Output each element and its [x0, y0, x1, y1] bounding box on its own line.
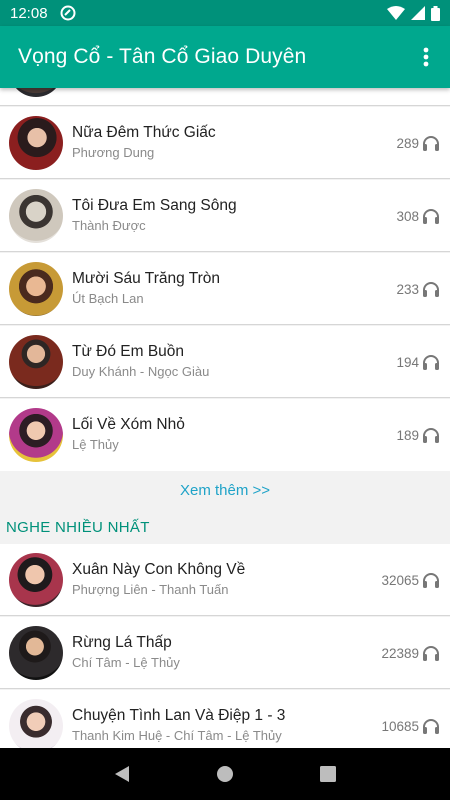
recents-square-icon — [320, 766, 337, 782]
home-circle-icon — [216, 766, 233, 782]
play-count-value: 233 — [396, 281, 419, 297]
play-count: 233 — [396, 253, 440, 325]
headphones-icon — [423, 209, 439, 224]
song-artist: Phương Dung — [72, 145, 155, 160]
avatar — [9, 552, 63, 607]
song-artist: Duy Khánh - Ngọc Giàu — [72, 364, 210, 379]
avatar — [9, 115, 63, 170]
system-nav-bar — [0, 748, 450, 800]
avatar — [9, 334, 63, 389]
song-artist: Lệ Thủy — [72, 437, 119, 452]
headphones-icon — [423, 719, 439, 734]
headphones-icon — [423, 282, 439, 297]
play-count: 194 — [396, 326, 440, 398]
song-title: Rừng Lá Thấp — [72, 634, 172, 651]
avatar — [9, 698, 63, 748]
list-item[interactable]: Rừng Lá Thấp Chí Tâm - Lệ Thủy 22389 — [0, 617, 450, 689]
list-item[interactable]: Xuân Này Con Không Về Phượng Liên - Than… — [0, 544, 450, 616]
song-title: Chuyện Tình Lan Và Điệp 1 - 3 — [72, 707, 286, 724]
list-item[interactable]: Nữa Đêm Thức Giấc Phương Dung 289 — [0, 107, 450, 179]
status-time: 12:08 — [10, 4, 48, 22]
status-bar: 12:08 — [0, 0, 450, 26]
song-artist: Thành Được — [72, 218, 146, 233]
avatar — [9, 625, 63, 680]
see-more-link[interactable]: Xem thêm >> — [0, 472, 450, 508]
song-title: Mười Sáu Trăng Tròn — [72, 270, 221, 287]
headphones-icon — [423, 573, 439, 588]
signal-icon — [411, 6, 425, 20]
headphones-icon — [423, 428, 439, 443]
app-bar: Vọng Cổ - Tân Cổ Giao Duyên — [0, 26, 450, 88]
list-item[interactable]: Lối Về Xóm Nhỏ Lệ Thủy 189 — [0, 399, 450, 471]
list-item[interactable]: Chuyện Tình Lan Và Điệp 1 - 3 Thanh Kim … — [0, 690, 450, 748]
song-title: Nữa Đêm Thức Giấc — [72, 124, 216, 141]
nav-home-button[interactable] — [205, 754, 245, 794]
avatar — [9, 261, 63, 316]
headphones-icon — [423, 355, 439, 370]
play-count: 189 — [396, 399, 440, 471]
battery-icon — [431, 5, 440, 21]
avatar — [9, 408, 63, 462]
play-count-value: 289 — [396, 135, 419, 151]
song-artist: Thanh Kim Huệ - Chí Tâm - Lệ Thủy — [72, 728, 282, 743]
song-title: Từ Đó Em Buồn — [72, 343, 185, 360]
play-count-value: 22389 — [381, 645, 419, 661]
nav-back-button[interactable] — [102, 754, 142, 794]
list-item[interactable]: Tôi Đưa Em Sang Sông Thành Được 308 — [0, 180, 450, 252]
more-vert-icon — [423, 47, 429, 67]
play-count: 289 — [396, 107, 440, 179]
headphones-icon — [423, 646, 439, 661]
play-count: 32065 — [381, 544, 440, 616]
play-count-value: 32065 — [381, 572, 419, 588]
play-count: 308 — [396, 180, 440, 252]
headphones-icon — [423, 136, 439, 151]
list-item[interactable]: Mười Sáu Trăng Tròn Út Bạch Lan 233 — [0, 253, 450, 325]
play-count: 10685 — [381, 690, 440, 748]
song-title: Tôi Đưa Em Sang Sông — [72, 197, 237, 214]
list-item[interactable]: Từ Đó Em Buồn Duy Khánh - Ngọc Giàu 194 — [0, 326, 450, 398]
song-artist: Phượng Liên - Thanh Tuấn — [72, 582, 229, 597]
play-count-value: 10685 — [381, 718, 419, 734]
play-count: 22389 — [381, 617, 440, 689]
avatar — [9, 88, 63, 97]
play-count-value: 308 — [396, 208, 419, 224]
section-header-most-listened: NGHE NHIỀU NHẤT — [6, 519, 150, 536]
play-count-value: 194 — [396, 354, 419, 370]
song-artist: Út Bạch Lan — [72, 291, 144, 306]
song-artist: Chí Tâm - Lệ Thủy — [72, 655, 180, 670]
list-item-partial[interactable] — [0, 88, 450, 106]
back-triangle-icon — [114, 766, 129, 782]
overflow-menu-button[interactable] — [402, 33, 450, 81]
song-title: Xuân Này Con Không Về — [72, 561, 246, 578]
song-list-content[interactable]: Nữa Đêm Thức Giấc Phương Dung 289 Tôi Đư… — [0, 88, 450, 748]
song-title: Lối Về Xóm Nhỏ — [72, 416, 185, 433]
play-count-value: 189 — [396, 427, 419, 443]
app-notification-icon — [60, 5, 76, 21]
wifi-icon — [387, 6, 405, 20]
app-title: Vọng Cổ - Tân Cổ Giao Duyên — [18, 45, 307, 68]
nav-recents-button[interactable] — [308, 754, 348, 794]
avatar — [9, 188, 63, 243]
